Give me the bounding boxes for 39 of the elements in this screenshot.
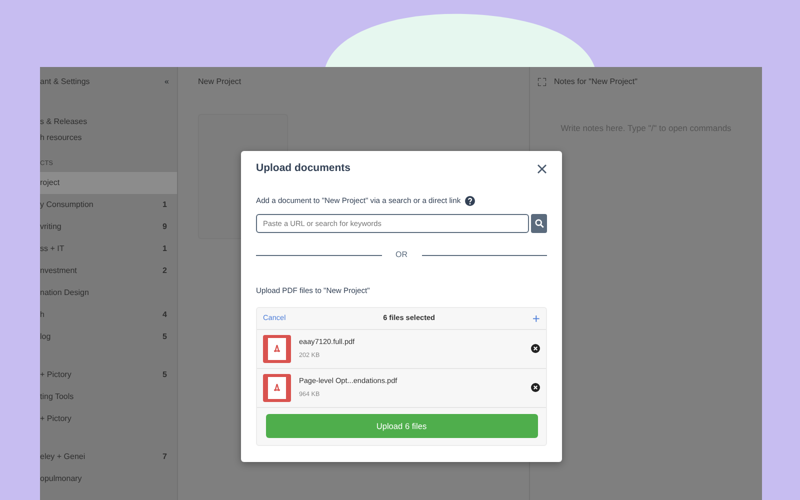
item-count: 7	[162, 451, 167, 463]
sidebar-item[interactable]: vriting 9	[40, 216, 177, 238]
sidebar-item[interactable]: + Pictory	[40, 408, 177, 430]
pdf-file-icon	[263, 374, 291, 402]
help-icon[interactable]	[464, 196, 475, 206]
search-button[interactable]	[531, 214, 547, 234]
pdf-file-icon	[263, 334, 291, 363]
item-count: 1	[162, 199, 167, 211]
item-count: 9	[162, 221, 167, 233]
sidebar-item[interactable]: nvestment 2	[40, 260, 177, 282]
sidebar-item[interactable]: h 4	[40, 304, 177, 326]
sidebar-item[interactable]: h resources	[40, 130, 177, 146]
item-count: 4	[162, 309, 167, 321]
add-button[interactable]: +	[532, 312, 540, 325]
sidebar-item[interactable]: ss + IT 1	[40, 238, 177, 260]
sidebar-item[interactable]: y Consumption 1	[40, 194, 177, 216]
sidebar-item[interactable]: eley + Genei 7	[40, 446, 177, 468]
remove-button[interactable]	[531, 344, 540, 354]
remove-button[interactable]	[531, 383, 540, 392]
sidebar-item[interactable]: nation Design	[40, 282, 177, 304]
upload-button[interactable]: Upload 6 files	[266, 414, 538, 438]
sidebar-item[interactable]: + Pictory 5	[40, 364, 177, 386]
item-count: 2	[162, 265, 167, 277]
sidebar-item[interactable]: ting Tools	[40, 386, 177, 408]
notes-title: Notes for "New Project"	[554, 76, 638, 88]
sidebar-item[interactable]: roject	[40, 172, 177, 194]
search-icon	[534, 219, 544, 228]
item-count: 5	[162, 331, 167, 343]
sidebar-item[interactable]: opulmonary	[40, 468, 177, 490]
dialog-title: Upload documents	[256, 161, 351, 176]
collapse-button[interactable]: «	[164, 76, 169, 88]
sidebar-item[interactable]: s & Releases	[40, 114, 177, 130]
item-count: 5	[162, 369, 167, 381]
project-title: New Project	[198, 76, 242, 88]
sidebar-item[interactable]: log 5	[40, 326, 177, 348]
divider-label: OR	[396, 249, 408, 262]
item-count: 1	[162, 243, 167, 255]
sidebar-header: ant & Settings	[40, 76, 90, 88]
expand-icon[interactable]	[538, 78, 546, 86]
